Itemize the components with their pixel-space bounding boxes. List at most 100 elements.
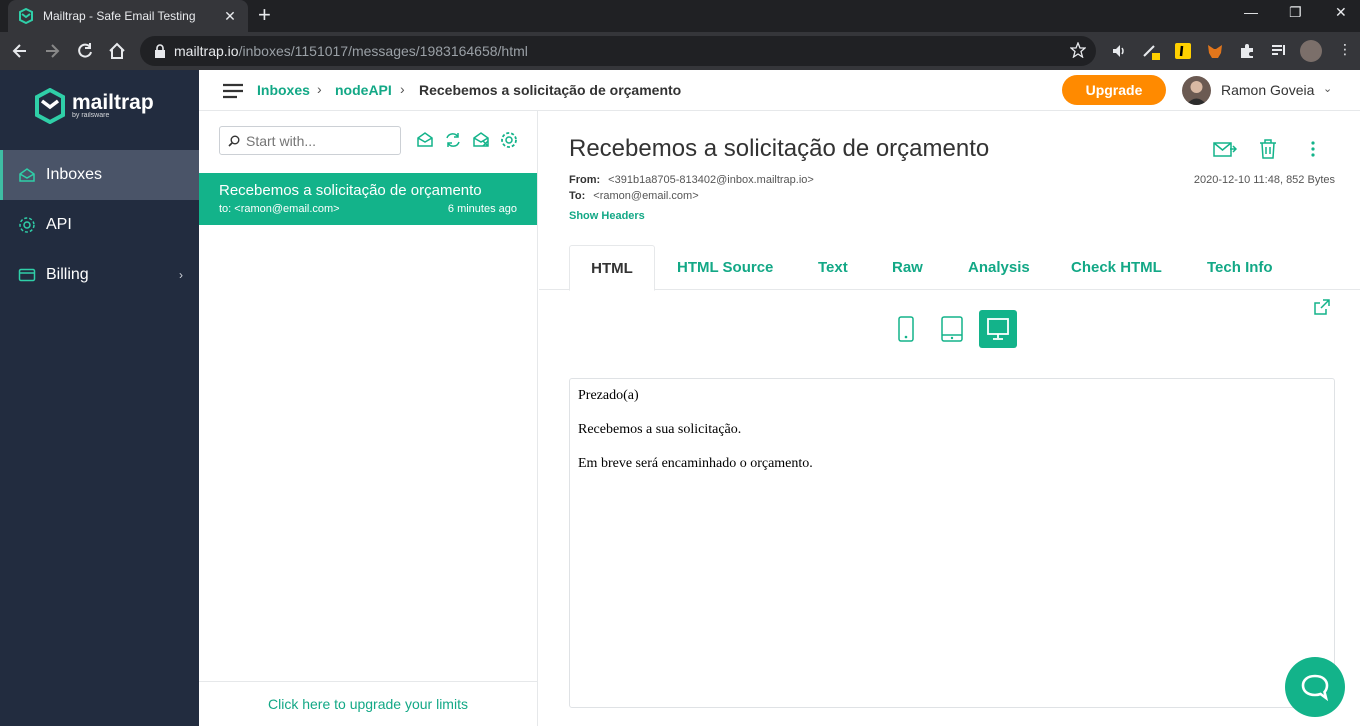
sidebar-item-inboxes[interactable]: Inboxes (0, 150, 199, 200)
address-bar[interactable]: mailtrap.io/inboxes/1151017/messages/198… (140, 36, 1096, 66)
email-preview: Prezado(a) Recebemos a sua solicitação. … (569, 378, 1335, 708)
browser-toolbar: mailtrap.io/inboxes/1151017/messages/198… (0, 32, 1360, 70)
clear-inbox-icon[interactable] (472, 131, 490, 149)
sidebar-item-label: API (46, 216, 72, 233)
upgrade-limits-link[interactable]: Click here to upgrade your limits (199, 681, 537, 726)
mobile-device-icon (898, 316, 914, 342)
pen-extension-icon[interactable] (1142, 42, 1160, 60)
breadcrumb-separator: › (317, 81, 322, 97)
sidebar-item-label: Inboxes (46, 166, 103, 183)
to-address: <ramon@email.com> (593, 190, 699, 202)
puzzle-extensions-icon[interactable] (1238, 42, 1256, 60)
sidebar-item-billing[interactable]: Billing › (0, 250, 199, 300)
close-tab-icon[interactable]: ✕ (222, 8, 238, 25)
breadcrumb-inbox[interactable]: nodeAPI (335, 82, 392, 98)
message-subject: Recebemos a solicitação de orçamento (219, 182, 482, 199)
browser-menu-icon[interactable]: ⋮ (1338, 41, 1352, 58)
logo-text: mailtrap (72, 90, 154, 114)
email-body-line: Em breve será encaminhado o orçamento. (578, 456, 813, 471)
chat-support-button[interactable] (1285, 657, 1345, 717)
metamask-fox-icon[interactable] (1206, 42, 1224, 60)
settings-gear-icon[interactable] (500, 131, 518, 149)
tab-raw[interactable]: Raw (892, 245, 923, 290)
chevron-right-icon: › (179, 268, 183, 282)
sidebar-item-api[interactable]: API (0, 200, 199, 250)
browser-profile-avatar[interactable] (1300, 40, 1322, 62)
card-icon (18, 268, 36, 282)
back-icon[interactable] (10, 41, 30, 61)
browser-tab[interactable]: Mailtrap - Safe Email Testing ✕ (8, 0, 248, 32)
search-box[interactable] (219, 126, 401, 155)
lock-icon (155, 44, 165, 58)
sidebar-item-label: Billing (46, 266, 89, 283)
gear-icon (19, 217, 35, 233)
app-header: Inboxes › nodeAPI › Recebemos a solicita… (199, 70, 1360, 111)
speaker-icon[interactable] (1110, 42, 1128, 60)
user-name[interactable]: Ramon Goveia (1221, 82, 1314, 98)
sidebar: mailtrap by railsware Inboxes API Billin… (0, 70, 199, 726)
email-body-line: Prezado(a) (578, 388, 639, 403)
tab-check-html[interactable]: Check HTML (1071, 245, 1162, 290)
tablet-device-icon (941, 316, 963, 342)
search-icon (228, 135, 240, 147)
breadcrumb-separator: › (400, 81, 405, 97)
mailtrap-favicon-icon (19, 8, 33, 24)
message-recipient: to: <ramon@email.com> (219, 203, 340, 215)
message-date-size: 2020-12-10 11:48, 852 Bytes (1193, 174, 1335, 186)
message-tabs: HTML HTML Source Text Raw Analysis Check… (539, 245, 1360, 291)
desktop-view-button[interactable] (979, 310, 1017, 348)
message-time: 6 minutes ago (447, 203, 517, 215)
mark-read-icon[interactable] (416, 131, 434, 149)
from-address: <391b1a8705-813402@inbox.mailtrap.io> (608, 174, 814, 186)
forward-icon[interactable] (42, 41, 62, 61)
tab-tech-info[interactable]: Tech Info (1207, 245, 1273, 290)
refresh-icon[interactable] (444, 131, 462, 149)
reload-icon[interactable] (75, 41, 95, 61)
forward-email-icon[interactable] (1213, 139, 1237, 159)
bookmark-star-icon[interactable] (1070, 42, 1086, 58)
chat-bubble-icon (1301, 674, 1329, 701)
user-avatar[interactable] (1182, 76, 1211, 105)
desktop-monitor-icon (987, 318, 1009, 340)
tab-analysis[interactable]: Analysis (968, 245, 1030, 290)
media-queue-icon[interactable] (1270, 42, 1288, 60)
to-row: To: <ramon@email.com> (569, 190, 699, 202)
breadcrumb-inboxes[interactable]: Inboxes (257, 82, 310, 98)
mobile-view-button[interactable] (887, 310, 925, 348)
from-row: From: <391b1a8705-813402@inbox.mailtrap.i… (569, 174, 814, 186)
url-path: /inboxes/1151017/messages/1983164658/htm… (238, 43, 528, 59)
tab-html-source[interactable]: HTML Source (677, 245, 773, 290)
show-headers-link[interactable]: Show Headers (569, 210, 645, 222)
breadcrumb-current: Recebemos a solicitação de orçamento (419, 82, 682, 98)
message-title: Recebemos a solicitação de orçamento (569, 135, 990, 162)
open-external-icon[interactable] (1314, 299, 1330, 315)
mailtrap-logo-icon (35, 88, 65, 124)
message-list-pane: Recebemos a solicitação de orçamento to:… (199, 111, 538, 726)
browser-tab-bar: Mailtrap - Safe Email Testing ✕ + — ❐ ✕ (0, 0, 1360, 32)
extension-l-icon[interactable] (1174, 42, 1192, 60)
url-host: mailtrap.io (174, 43, 239, 59)
home-icon[interactable] (107, 41, 127, 61)
tablet-view-button[interactable] (933, 310, 971, 348)
new-tab-icon[interactable]: + (258, 4, 271, 26)
mailtrap-logo[interactable]: mailtrap by railsware (34, 88, 154, 124)
chevron-down-icon[interactable]: ⌄ (1323, 82, 1332, 95)
restore-icon[interactable]: ❐ (1289, 4, 1302, 21)
upgrade-button[interactable]: Upgrade (1062, 75, 1166, 105)
to-label: To: (569, 190, 586, 202)
from-label: From: (569, 174, 601, 186)
trash-icon[interactable] (1259, 139, 1277, 159)
window-close-icon[interactable]: ✕ (1335, 4, 1347, 21)
tab-text[interactable]: Text (818, 245, 848, 290)
inbox-icon (19, 168, 35, 182)
logo-subtext: by railsware (72, 111, 110, 119)
message-list-item[interactable]: Recebemos a solicitação de orçamento to:… (199, 173, 537, 225)
more-options-icon[interactable] (1309, 139, 1317, 159)
minimize-icon[interactable]: — (1244, 4, 1258, 20)
search-input[interactable] (246, 132, 396, 149)
message-detail-pane: Recebemos a solicitação de orçamento Fro… (539, 111, 1360, 726)
hamburger-menu-icon[interactable] (223, 83, 243, 99)
email-body-line: Recebemos a sua solicitação. (578, 422, 742, 437)
browser-tab-title: Mailtrap - Safe Email Testing (43, 9, 196, 23)
tab-html[interactable]: HTML (569, 245, 655, 291)
